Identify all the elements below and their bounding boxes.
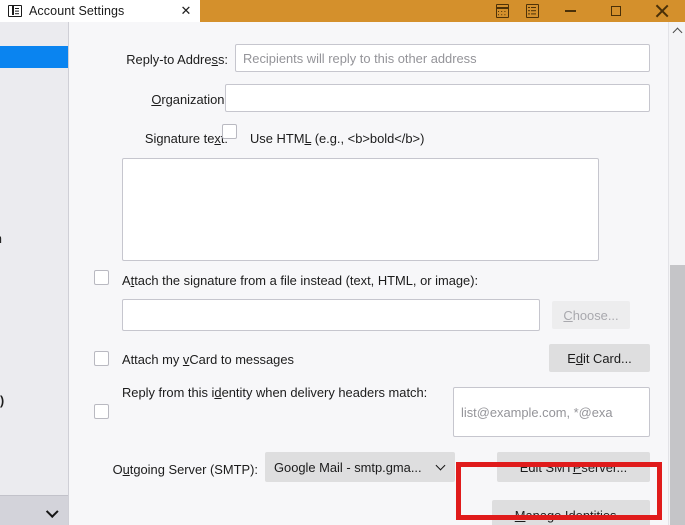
outgoing-server-label: Outgoing Server (SMTP): [112,462,258,477]
sidebar-item-outgoing-server-smtp[interactable]: TP) [0,390,68,412]
sidebar-item-encryption[interactable]: on [0,228,68,250]
tab-account-settings[interactable]: Account Settings ✕ [0,0,200,22]
titlebar-buttons [487,0,685,22]
reply-to-address-placeholder: Recipients will reply to this other addr… [243,50,477,66]
reply-to-address-input[interactable]: Recipients will reply to this other addr… [235,44,650,72]
chevron-down-icon [48,506,57,515]
signature-text-area[interactable] [122,158,599,261]
account-actions-button[interactable] [0,495,68,525]
attach-vcard-label: Attach my vCard to messages [122,352,294,367]
identity-settings-pane: Reply-to Address: Recipients will reply … [70,22,668,525]
titlebar-drag-area [200,0,487,22]
reply-from-identity-checkbox[interactable] [94,404,109,419]
close-button[interactable] [639,0,685,22]
attach-signature-file-checkbox[interactable] [94,270,109,285]
signature-file-path-input[interactable] [122,299,540,331]
reply-to-address-label: Reply-to Address: [126,52,228,67]
tasks-icon[interactable] [517,0,547,22]
account-settings-window: Account Settings ✕ m essing orage on [0,0,685,525]
use-html-label: Use HTML (e.g., <b>bold</b>) [250,131,425,146]
organization-label: Organization: [151,92,228,107]
edit-card-button[interactable]: Ed it Card... [549,344,650,372]
edit-smtp-server-button[interactable]: Edit SMT P server... [497,452,650,482]
reply-from-identity-label: Reply from this identity when delivery h… [122,385,428,400]
attach-vcard-checkbox[interactable] [94,351,109,366]
use-html-checkbox[interactable] [222,124,237,139]
maximize-button[interactable] [593,0,639,22]
signature-text-label: Signature text: [144,131,228,146]
delivery-headers-placeholder: list@example.com, *@exa [461,404,613,420]
tab-title: Account Settings [29,4,125,18]
attach-signature-file-label: Attach the signature from a file instead… [122,273,479,288]
book-panel-icon [8,4,22,18]
outgoing-server-dropdown[interactable]: Google Mail - smtp.gma... [265,452,455,482]
organization-input[interactable] [225,84,650,112]
sidebar-item-label: TP) [0,394,5,408]
title-bar: Account Settings ✕ [0,0,685,22]
minimize-button[interactable] [547,0,593,22]
manage-identities-button[interactable]: Manage Identities... [492,500,650,525]
sidebar-item-label: on [0,232,2,246]
scrollbar-thumb[interactable] [670,265,685,525]
outgoing-server-selected-value: Google Mail - smtp.gma... [274,459,422,475]
sidebar-item-account-email[interactable]: m [0,46,68,68]
delivery-headers-input[interactable]: list@example.com, *@exa [453,387,650,437]
sidebar-item-junk-processing[interactable]: essing [0,142,68,164]
sidebar-item-disk-storage[interactable]: orage [0,202,68,224]
accounts-sidebar: m essing orage on TP) [0,22,69,525]
chevron-down-icon [436,462,446,472]
calendar-icon[interactable] [487,0,517,22]
content-scrollbar[interactable] [668,22,685,525]
tab-close-icon[interactable]: ✕ [178,3,194,19]
scroll-up-icon[interactable] [669,22,685,39]
choose-file-button[interactable]: Choose... [552,301,630,329]
